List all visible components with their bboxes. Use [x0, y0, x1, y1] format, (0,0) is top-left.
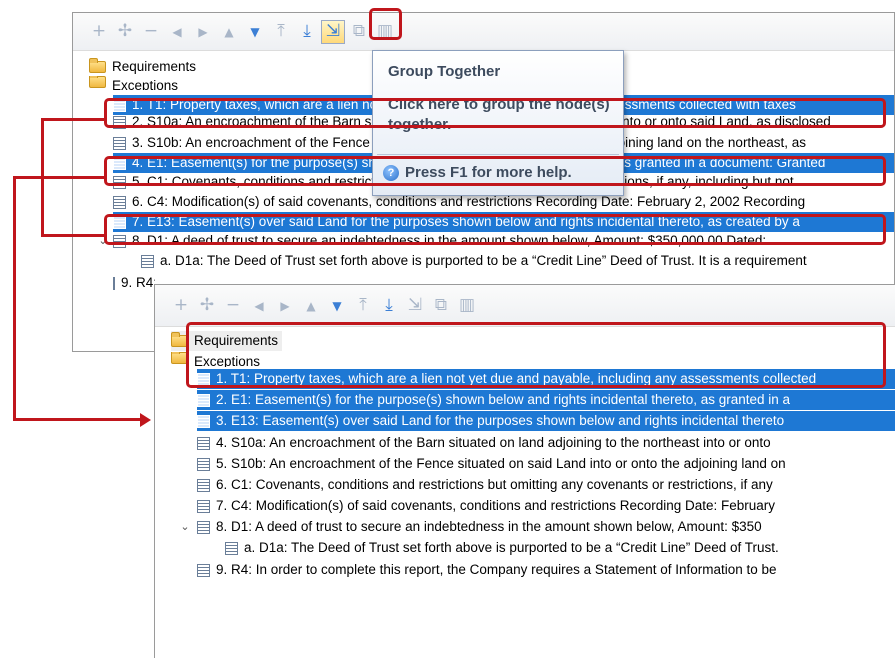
document-icon [197, 520, 210, 534]
highlight-before-row-7 [104, 214, 886, 245]
move-up-icon[interactable]: ▲ [299, 294, 323, 318]
group-together-icon[interactable]: ⇲ [321, 19, 345, 44]
document-icon [225, 541, 238, 555]
tree-row[interactable]: 4. S10a: An encroachment of the Barn sit… [197, 433, 771, 453]
move-right-icon[interactable]: ▶ [273, 294, 297, 318]
move-right-icon[interactable]: ▶ [191, 20, 215, 44]
add-icon[interactable]: + [169, 294, 193, 318]
add-icon[interactable]: + [87, 20, 111, 44]
tree-row[interactable]: 6. C1: Covenants, conditions and restric… [197, 475, 773, 495]
tree-row[interactable]: ⌄ 8. D1: A deed of trust to secure an in… [179, 517, 761, 537]
document-icon [197, 563, 210, 577]
move-down-icon[interactable]: ▼ [243, 20, 267, 44]
document-icon [197, 478, 210, 492]
connector-line [41, 176, 106, 179]
document-icon [197, 436, 210, 450]
add-child-icon[interactable]: ✢ [113, 20, 137, 44]
folder-icon [89, 76, 106, 88]
document-icon [197, 499, 210, 513]
move-down-icon[interactable]: ▼ [325, 294, 349, 318]
connector-line [13, 176, 16, 420]
remove-icon[interactable]: − [139, 20, 163, 44]
document-icon [197, 414, 210, 428]
move-bottom-icon[interactable]: ⤓ [377, 294, 401, 318]
move-up-icon[interactable]: ▲ [217, 20, 241, 44]
connector-line [13, 176, 43, 179]
document-icon [141, 254, 154, 268]
move-left-icon[interactable]: ◀ [165, 20, 189, 44]
connector-line [13, 418, 141, 421]
tree-row[interactable]: 9. R4: In order to complete this report,… [113, 273, 155, 293]
document-icon [197, 457, 210, 471]
move-top-icon[interactable]: ⤒ [351, 294, 375, 318]
tree-node-requirements[interactable]: Requirements [89, 57, 196, 77]
highlight-after-group [186, 322, 886, 388]
view-columns-icon[interactable]: ▥ [455, 294, 479, 318]
remove-icon[interactable]: − [221, 294, 245, 318]
highlight-before-row-4 [104, 156, 886, 186]
add-child-icon[interactable]: ✢ [195, 294, 219, 318]
document-icon [113, 195, 126, 209]
tree-row[interactable]: 5. S10b: An encroachment of the Fence si… [197, 454, 786, 474]
tree-row[interactable]: a. D1a: The Deed of Trust set forth abov… [141, 251, 807, 271]
connector-line [41, 118, 106, 121]
move-top-icon[interactable]: ⤒ [269, 20, 293, 44]
toolbar-before: + ✢ − ◀ ▶ ▲ ▼ ⤒ ⤓ ⇲ ⧉ ▥ [73, 13, 894, 51]
ungroup-icon[interactable]: ⧉ [429, 294, 453, 318]
group-together-icon[interactable]: ⇲ [403, 294, 427, 318]
highlight-before-row-1 [104, 98, 886, 128]
folder-icon [89, 58, 106, 73]
document-icon [197, 393, 210, 407]
tree-node-exceptions[interactable]: Exceptions [89, 76, 178, 90]
move-left-icon[interactable]: ◀ [247, 294, 271, 318]
tree-row[interactable]: 7. C4: Modification(s) of said covenants… [197, 496, 775, 516]
tooltip-title: Group Together [388, 63, 501, 80]
highlight-group-button [369, 8, 402, 40]
ungroup-icon[interactable]: ⧉ [347, 20, 371, 44]
tree-row[interactable]: 2. E1: Easement(s) for the purpose(s) sh… [197, 390, 895, 410]
toolbar-after: + ✢ − ◀ ▶ ▲ ▼ ⤒ ⤓ ⇲ ⧉ ▥ [155, 285, 895, 327]
arrow-right-icon [140, 413, 151, 427]
move-bottom-icon[interactable]: ⤓ [295, 20, 319, 44]
chevron-down-icon[interactable]: ⌄ [179, 517, 191, 537]
tree-row[interactable]: 9. R4: In order to complete this report,… [197, 560, 777, 580]
tree-row[interactable]: 3. E13: Easement(s) over said Land for t… [197, 411, 895, 431]
tree-row[interactable]: a. D1a: The Deed of Trust set forth abov… [225, 538, 779, 558]
document-icon [113, 136, 126, 150]
connector-line [41, 234, 106, 237]
tooltip-divider [377, 154, 619, 155]
